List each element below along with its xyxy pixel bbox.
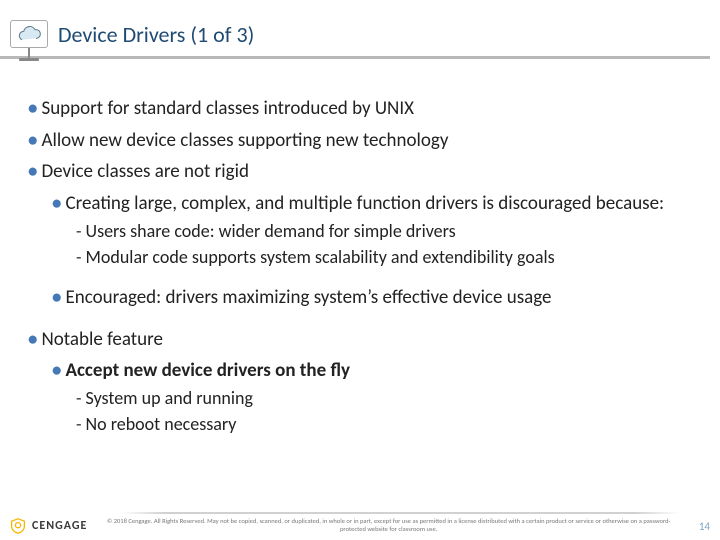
cengage-shield-icon bbox=[10, 518, 26, 534]
bullet-text: Encouraged: drivers maximizing system’s … bbox=[65, 286, 551, 309]
bullet-text: No reboot necessary bbox=[86, 413, 237, 435]
bullet-text: Modular code supports system scalability… bbox=[86, 246, 555, 268]
brand-text: CENGAGE bbox=[32, 519, 87, 533]
footer-divider bbox=[120, 512, 680, 514]
slide-title: Device Drivers (1 of 3) bbox=[58, 21, 254, 48]
bullet-text: Users share code: wider demand for simpl… bbox=[86, 220, 456, 242]
page-number: 14 bbox=[690, 520, 710, 533]
copyright-text: © 2018 Cengage. All Rights Reserved. May… bbox=[87, 518, 690, 534]
cloud-display-icon bbox=[10, 20, 48, 48]
display-stand-icon bbox=[19, 48, 39, 61]
bullet-level3: -System up and running bbox=[76, 386, 700, 410]
bullet-level3: -No reboot necessary bbox=[76, 412, 700, 436]
bullet-text: Allow new device classes supporting new … bbox=[41, 129, 448, 152]
bullet-text: System up and running bbox=[86, 387, 253, 409]
bullet-level3: -Users share code: wider demand for simp… bbox=[76, 219, 700, 243]
bullet-level2: •Accept new device drivers on the fly bbox=[52, 358, 700, 384]
bullet-text: Notable feature bbox=[41, 328, 163, 351]
bullet-text: Accept new device drivers on the fly bbox=[65, 359, 350, 382]
slide-header: Device Drivers (1 of 3) bbox=[0, 20, 710, 59]
bullet-level1: •Notable feature bbox=[28, 327, 700, 353]
title-row: Device Drivers (1 of 3) bbox=[0, 20, 710, 48]
bullet-level1: •Support for standard classes introduced… bbox=[28, 96, 700, 122]
brand-logo: CENGAGE bbox=[10, 518, 87, 534]
slide: Device Drivers (1 of 3) •Support for sta… bbox=[0, 0, 720, 540]
bullet-level2: •Creating large, complex, and multiple f… bbox=[52, 191, 700, 217]
bullet-text: Device classes are not rigid bbox=[41, 160, 248, 183]
bullet-text: Support for standard classes introduced … bbox=[41, 97, 414, 120]
slide-body: •Support for standard classes introduced… bbox=[28, 90, 700, 437]
bullet-level3: -Modular code supports system scalabilit… bbox=[76, 245, 700, 269]
bullet-text: Creating large, complex, and multiple fu… bbox=[65, 192, 664, 215]
slide-footer: CENGAGE © 2018 Cengage. All Rights Reser… bbox=[10, 518, 710, 534]
bullet-level2: •Encouraged: drivers maximizing system’s… bbox=[52, 285, 700, 311]
cloud-icon bbox=[15, 25, 43, 43]
header-underline bbox=[0, 56, 710, 59]
bullet-level1: •Device classes are not rigid bbox=[28, 159, 700, 185]
bullet-level1: •Allow new device classes supporting new… bbox=[28, 128, 700, 154]
